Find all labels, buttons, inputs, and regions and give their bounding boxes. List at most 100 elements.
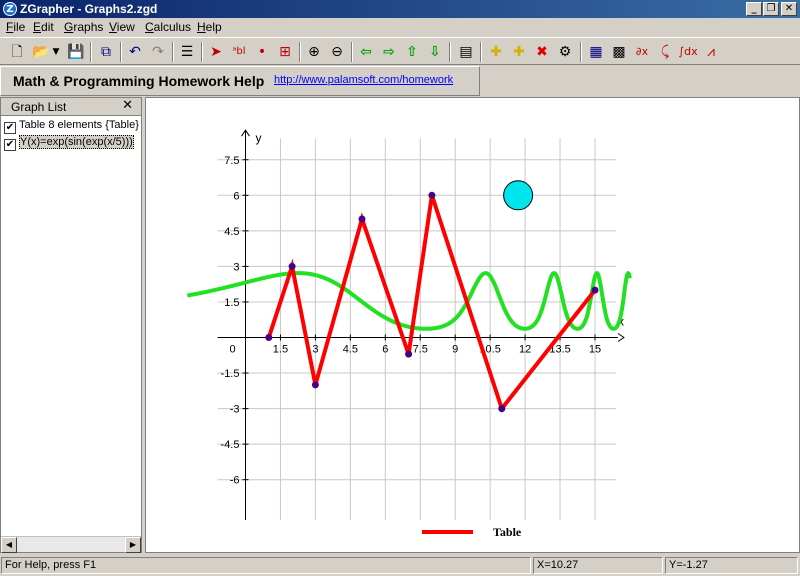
x-tick-label: 7.5	[413, 344, 428, 356]
graph-list-panel: Graph List ✕ ✔ Table 8 elements {Table} ✔…	[0, 97, 142, 553]
y-tick-label: 7.5	[224, 155, 239, 167]
redo-icon[interactable]: ↷	[147, 41, 169, 63]
toolbar-separator	[90, 42, 92, 62]
toolbar-separator	[299, 42, 301, 62]
y-tick-label: -4.5	[221, 439, 240, 451]
legend-label-table: Table	[493, 525, 522, 539]
graph-list-header: Graph List ✕	[1, 98, 141, 116]
new-icon[interactable]: 🗋	[6, 41, 28, 63]
title-bar: Z ZGrapher - Graphs2.zgd _ ❐ ✕	[0, 0, 800, 18]
status-bar: For Help, press F1 X=10.27 Y=-1.27	[0, 555, 800, 576]
arrow-left-icon[interactable]: ⇦	[355, 41, 377, 63]
arrow-right-icon[interactable]: ⇨	[378, 41, 400, 63]
x-tick-label: 6	[382, 344, 388, 356]
menu-help[interactable]: Help	[197, 20, 222, 34]
undo-icon[interactable]: ↶	[124, 41, 146, 63]
settings-icon[interactable]: ⚙	[554, 41, 576, 63]
x-tick-label: 12	[519, 344, 531, 356]
x-tick-label: 1.5	[273, 344, 288, 356]
y-tick-label: -6	[230, 475, 240, 487]
add-table-icon[interactable]: ✚	[508, 41, 530, 63]
copy-icon[interactable]: ⧉	[95, 41, 117, 63]
select-pointer-icon[interactable]: ➤	[205, 41, 227, 63]
maximize-button[interactable]: ❐	[763, 2, 779, 16]
table-data-point	[591, 286, 599, 294]
close-button[interactable]: ✕	[781, 2, 797, 16]
toolbar-separator	[580, 42, 582, 62]
annotation-circle	[503, 180, 534, 211]
homework-help-link[interactable]: http://www.palamsoft.com/homework	[274, 74, 453, 86]
status-help-text: For Help, press F1	[1, 557, 531, 574]
zoom-in-icon[interactable]: ⊕	[303, 41, 325, 63]
scroll-right-icon[interactable]: ▶	[125, 537, 141, 553]
derivative-icon[interactable]: ∂x	[631, 41, 653, 63]
graph-canvas[interactable]: xy0 1.5 3 4.5 6 7.5 9 10.5 12 13.5 157.564.531.5-1…	[146, 98, 799, 552]
minimize-button[interactable]: _	[746, 2, 762, 16]
graph-list-item-table[interactable]: ✔ Table 8 elements {Table}	[4, 119, 139, 135]
table-data-point	[288, 262, 296, 270]
y-tick-label: 4.5	[224, 226, 239, 238]
toolbar: 🗋 📂 ▼ 💾 ⧉ ↶ ↷ ☰ ➤ ᵃbl • ⊞ ⊕ ⊖ ⇦ ⇨ ⇧ ⇩ ▤ …	[0, 37, 800, 65]
add-graph-icon[interactable]: ✚	[485, 41, 507, 63]
menu-bar: File Edit Graphs View Calculus Help	[0, 18, 800, 37]
function-graph-line	[186, 271, 632, 331]
zoom-out-icon[interactable]: ⊖	[326, 41, 348, 63]
checkbox-checked-icon[interactable]: ✔	[4, 122, 16, 134]
y-tick-label: -1.5	[221, 368, 240, 380]
banner-title: Math & Programming Homework Help	[13, 73, 265, 89]
toolbar-separator	[120, 42, 122, 62]
x-tick-label: 3	[312, 344, 318, 356]
graph-plot-area[interactable]: x y 0 1.5 3 4.5 6 7.5 9 10.5 12 13.5 15 7.5 6 4.5 3 1.5 -1…	[145, 97, 800, 553]
menu-edit[interactable]: Edit	[33, 20, 54, 34]
zoom-window-icon[interactable]: ⊞	[274, 41, 296, 63]
table-data-point	[311, 381, 319, 389]
checkbox-checked-icon[interactable]: ✔	[4, 139, 16, 151]
y-tick-label: 3	[233, 261, 239, 273]
toolbar-separator	[480, 42, 482, 62]
x-tick-label: 9	[452, 344, 458, 356]
toolbar-separator	[449, 42, 451, 62]
scroll-left-icon[interactable]: ◀	[1, 537, 17, 553]
cursor-y-readout: Y=-1.27	[665, 557, 798, 574]
properties-icon[interactable]: ▤	[455, 41, 477, 63]
y-tick-label: 1.5	[224, 297, 239, 309]
help-banner: Math & Programming Homework Help http://…	[0, 66, 480, 96]
y-tick-label: 6	[233, 190, 239, 202]
x-axis-arrow	[617, 333, 625, 342]
menu-view[interactable]: View	[109, 20, 135, 34]
arrow-down-icon[interactable]: ⇩	[424, 41, 446, 63]
table-data-point	[405, 350, 413, 358]
menu-calculus[interactable]: Calculus	[145, 20, 191, 34]
save-icon[interactable]: 💾	[65, 41, 87, 63]
x-tick-label: 4.5	[343, 344, 358, 356]
dropdown-icon[interactable]: ▼	[50, 41, 62, 63]
graph-list-item-function[interactable]: ✔ Y(x)=exp(sin(exp(x/5)))	[4, 135, 134, 152]
table-data-point	[265, 334, 273, 341]
window-title: ZGrapher - Graphs2.zgd	[20, 2, 158, 16]
table-data-point	[428, 191, 436, 199]
table-data-point	[358, 215, 366, 223]
integral-icon[interactable]: ∫dx	[677, 41, 699, 63]
horizontal-scrollbar[interactable]: ◀ ▶	[1, 536, 141, 553]
menu-file[interactable]: File	[6, 20, 25, 34]
graph-list-icon[interactable]: ☰	[176, 41, 198, 63]
y-axis-label: y	[256, 131, 262, 145]
table-icon[interactable]: ▦	[585, 41, 607, 63]
graph-list-title: Graph List	[11, 100, 67, 114]
arrow-up-icon[interactable]: ⇧	[401, 41, 423, 63]
x-tick-label: 15	[589, 344, 601, 356]
toolbar-separator	[172, 42, 174, 62]
toolbar-separator	[351, 42, 353, 62]
area-icon[interactable]: ⩘	[700, 41, 722, 63]
open-icon[interactable]: 📂	[30, 41, 52, 63]
calculator-icon[interactable]: ▩	[608, 41, 630, 63]
tangent-icon[interactable]: ⤹	[654, 41, 676, 63]
origin-label: 0	[230, 344, 236, 356]
add-point-icon[interactable]: •	[251, 41, 273, 63]
zgrapher-app-icon[interactable]: Z	[3, 2, 17, 16]
text-label-icon[interactable]: ᵃbl	[228, 41, 250, 63]
close-icon[interactable]: ✕	[122, 98, 133, 113]
menu-graphs[interactable]: Graphs	[64, 20, 103, 34]
table-data-point	[498, 405, 506, 413]
delete-icon[interactable]: ✖	[531, 41, 553, 63]
